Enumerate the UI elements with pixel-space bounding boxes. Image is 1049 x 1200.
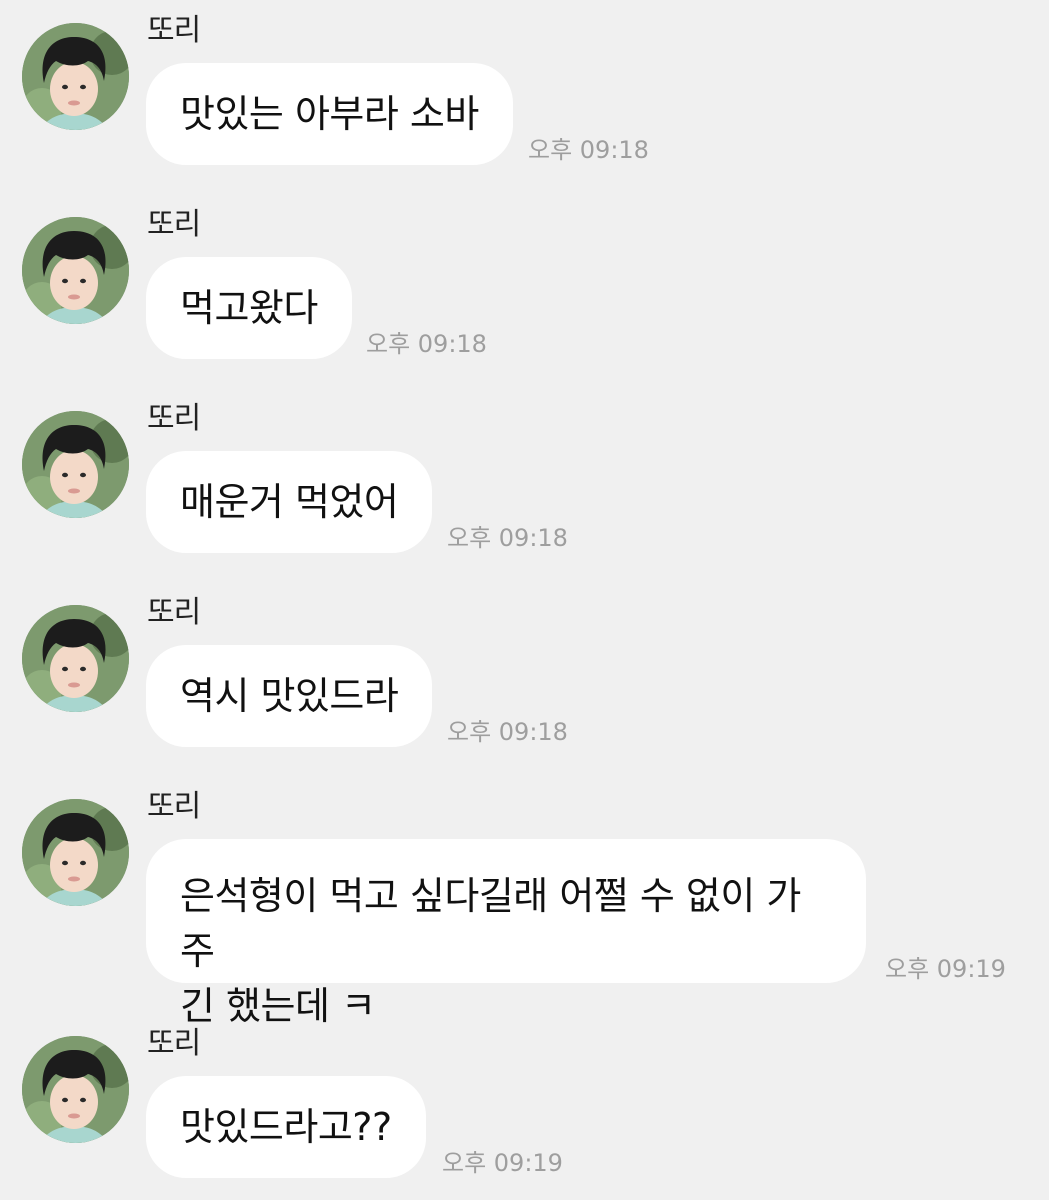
message-text-line: 은석형이 먹고 싶다길래 어쩔 수 없이 가주 xyxy=(180,874,801,974)
child-portrait-avatar[interactable] xyxy=(22,1036,129,1143)
sender-name[interactable]: 또리 xyxy=(147,598,201,628)
child-portrait-avatar[interactable] xyxy=(22,411,129,518)
child-portrait-avatar[interactable] xyxy=(22,605,129,712)
message-bubble[interactable]: 맛있는 아부라 소바 xyxy=(146,63,513,165)
message-timestamp: 오후 09:19 xyxy=(885,955,1006,983)
message-bubble[interactable]: 먹고왔다 xyxy=(146,257,352,359)
child-portrait-avatar[interactable] xyxy=(22,799,129,906)
message-timestamp: 오후 09:19 xyxy=(442,1149,563,1177)
child-portrait-avatar[interactable] xyxy=(22,23,129,130)
sender-name[interactable]: 또리 xyxy=(147,16,201,46)
sender-name[interactable]: 또리 xyxy=(147,1029,201,1059)
message-bubble[interactable]: 맛있드라고?? xyxy=(146,1076,426,1178)
sender-name[interactable]: 또리 xyxy=(147,210,201,240)
message-timestamp: 오후 09:18 xyxy=(447,718,568,746)
message-text-line: 긴 했는데 ㅋ xyxy=(180,984,376,1029)
message-bubble[interactable]: 매운거 먹었어 xyxy=(146,451,433,553)
message-timestamp: 오후 09:18 xyxy=(447,524,568,552)
message-bubble[interactable]: 역시 맛있드라 xyxy=(146,645,433,747)
sender-name[interactable]: 또리 xyxy=(147,792,201,822)
child-portrait-avatar[interactable] xyxy=(22,217,129,324)
message-bubble[interactable]: 은석형이 먹고 싶다길래 어쩔 수 없이 가주 긴 했는데 ㅋ xyxy=(146,839,866,1028)
message-timestamp: 오후 09:18 xyxy=(528,136,649,164)
chat-thread[interactable]: 또리 맛있는 아부라 소바 오후 09:18 또리 먹고왔다 오후 09:18 … xyxy=(0,0,1049,1200)
sender-name[interactable]: 또리 xyxy=(147,404,201,434)
message-timestamp: 오후 09:18 xyxy=(366,330,487,358)
